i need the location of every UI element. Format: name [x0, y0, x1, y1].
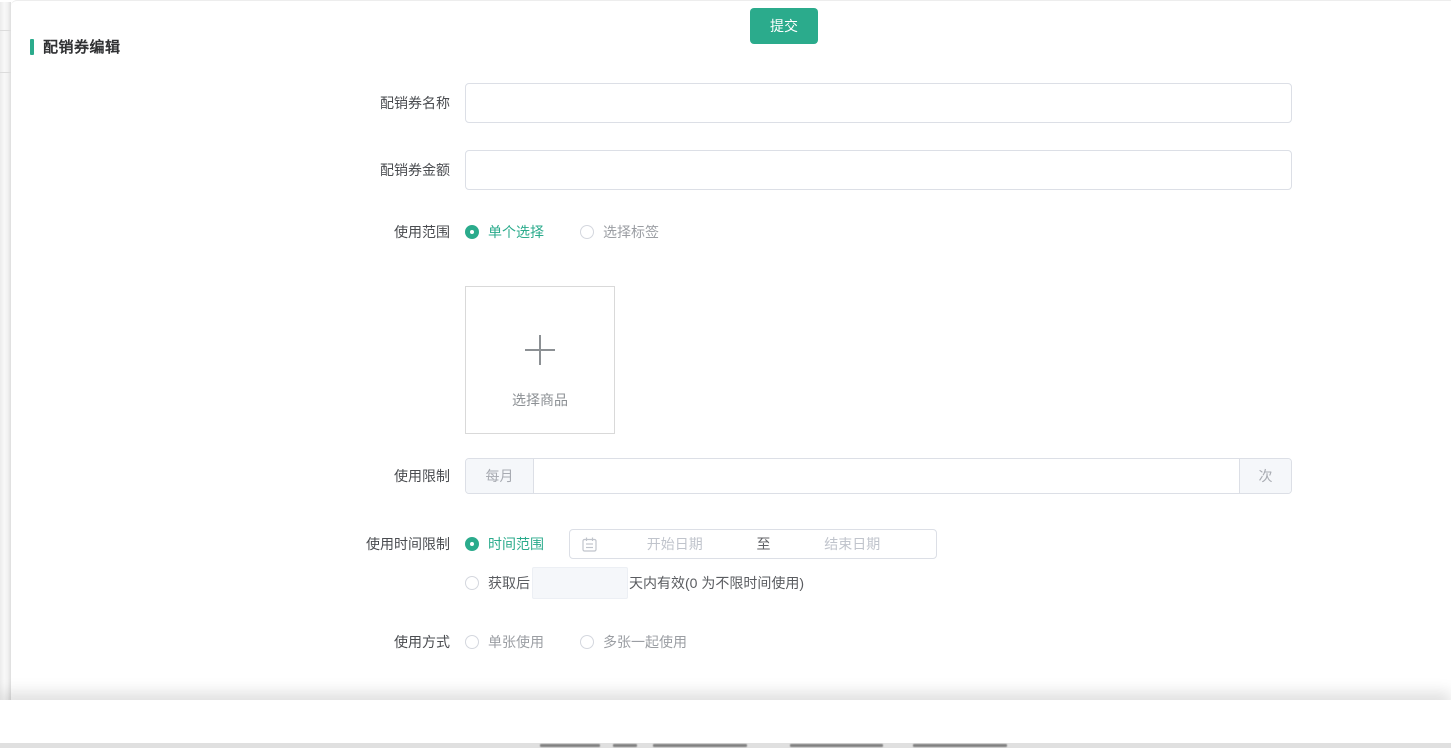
radio-dot-icon [465, 635, 479, 649]
left-strip-divider [0, 30, 11, 31]
radio-dot-icon [580, 225, 594, 239]
radio-dot-checked-icon [465, 537, 479, 551]
content-card: 配销券编辑 配销券名称 配销券金额 使用范围 单个选择 [11, 0, 1451, 748]
submit-button[interactable]: 提交 [750, 8, 818, 44]
radio-select-tag[interactable]: 选择标签 [580, 222, 659, 242]
page-title: 配销券编辑 [43, 36, 121, 57]
days-valid-suffix: 天内有效(0 为不限时间使用) [629, 573, 804, 593]
plus-icon [523, 333, 557, 370]
radio-single-use[interactable]: 单张使用 [465, 632, 544, 652]
form-row-time-days: 获取后 天内有效(0 为不限时间使用) [11, 567, 804, 599]
form-row-limit: 使用限制 每月 次 [11, 458, 1292, 494]
time-limit-label: 使用时间限制 [11, 534, 450, 554]
limit-input-group: 每月 次 [465, 458, 1292, 494]
method-label: 使用方式 [11, 632, 450, 652]
app-window: 配销券编辑 配销券名称 配销券金额 使用范围 单个选择 [0, 0, 1451, 748]
limit-prepend: 每月 [466, 459, 534, 493]
name-label: 配销券名称 [11, 93, 450, 113]
radio-dot-icon [580, 635, 594, 649]
select-product-label: 选择商品 [512, 390, 568, 410]
submit-bar [0, 700, 1451, 748]
clipped-text-fragment [613, 744, 637, 747]
limit-input[interactable] [534, 459, 1239, 493]
radio-multi-use-label: 多张一起使用 [603, 632, 687, 652]
radio-single-select-label: 单个选择 [488, 222, 544, 242]
limit-append: 次 [1239, 459, 1291, 493]
days-valid-prefix: 获取后 [488, 573, 530, 593]
form-row-method: 使用方式 单张使用 多张一起使用 [11, 632, 687, 652]
clipped-text-fragment [540, 744, 600, 747]
title-accent-bar [30, 39, 34, 55]
name-input[interactable] [465, 83, 1292, 123]
form-row-amount: 配销券金额 [11, 150, 1292, 190]
form-row-name: 配销券名称 [11, 83, 1292, 123]
amount-label: 配销券金额 [11, 160, 450, 180]
radio-dot-icon [465, 576, 479, 590]
radio-days-valid[interactable]: 获取后 [465, 573, 530, 593]
amount-input[interactable] [465, 150, 1292, 190]
date-range-picker[interactable]: 开始日期 至 结束日期 [569, 529, 937, 559]
start-date-placeholder: 开始日期 [603, 534, 747, 554]
limit-label: 使用限制 [11, 466, 450, 486]
clipped-text-fragment [653, 744, 747, 747]
radio-single-use-label: 单张使用 [488, 632, 544, 652]
scope-label: 使用范围 [11, 222, 450, 242]
clipped-text-fragment [913, 744, 1007, 747]
radio-time-range-label: 时间范围 [488, 534, 544, 554]
end-date-placeholder: 结束日期 [781, 534, 925, 554]
page-header: 配销券编辑 [30, 36, 121, 57]
clipped-content-strip [0, 743, 1451, 748]
radio-time-range[interactable]: 时间范围 [465, 534, 544, 554]
left-edge-strip [0, 2, 11, 748]
form-row-scope: 使用范围 单个选择 选择标签 [11, 222, 659, 242]
radio-dot-checked-icon [465, 225, 479, 239]
form-row-time-range: 使用时间限制 时间范围 [11, 529, 937, 559]
calendar-icon [582, 537, 597, 552]
left-strip-divider [0, 72, 11, 73]
radio-multi-use[interactable]: 多张一起使用 [580, 632, 687, 652]
date-range-separator: 至 [747, 534, 781, 554]
radio-select-tag-label: 选择标签 [603, 222, 659, 242]
clipped-text-fragment [790, 744, 883, 747]
select-product-box[interactable]: 选择商品 [465, 286, 615, 434]
days-valid-input[interactable] [532, 567, 628, 599]
radio-single-select[interactable]: 单个选择 [465, 222, 544, 242]
